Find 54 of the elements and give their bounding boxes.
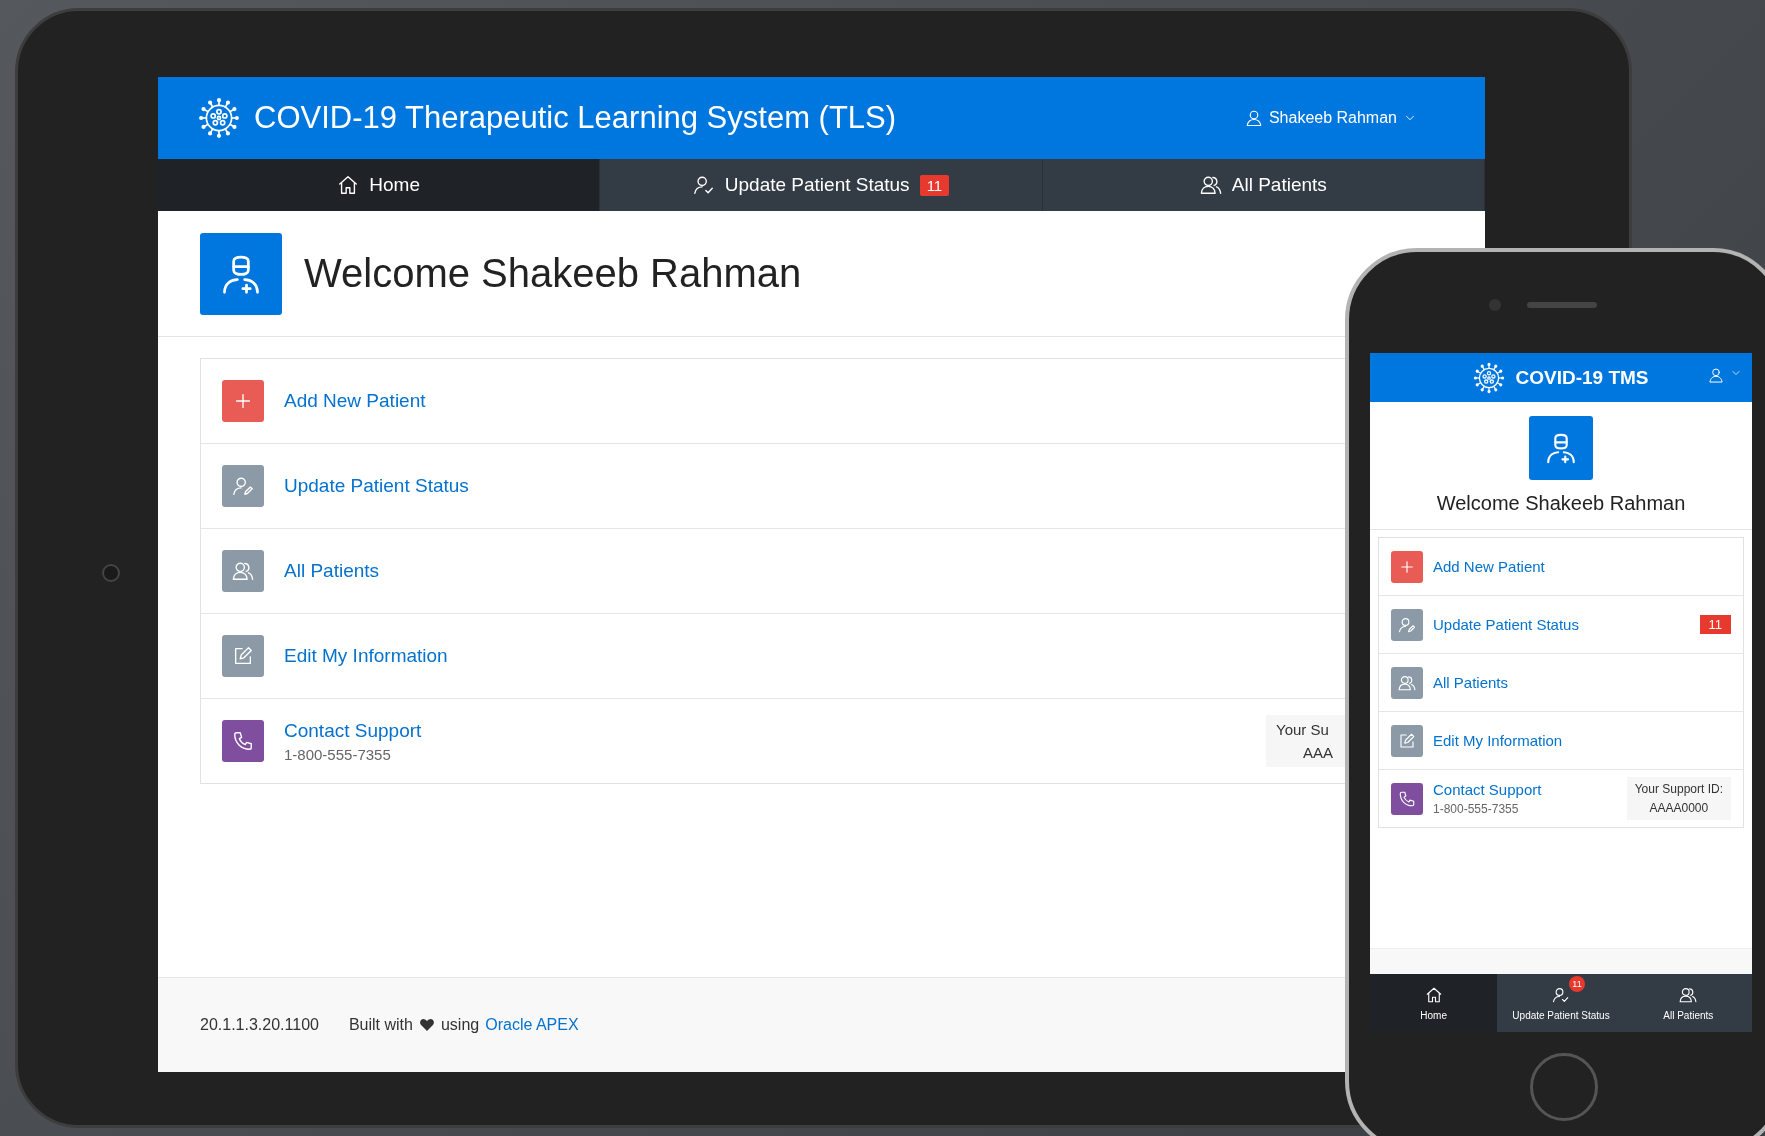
menu-link[interactable]: Update Patient Status: [1433, 616, 1579, 633]
user-icon: [1244, 109, 1263, 127]
heart-icon: [418, 1017, 435, 1033]
welcome-heading: Welcome Shakeeb Rahman: [1436, 492, 1686, 515]
built-with-text: Built with: [348, 1016, 413, 1034]
welcome-heading: Welcome Shakeeb Rahman: [304, 251, 802, 296]
user-menu[interactable]: Shakeeb Rahman: [1238, 108, 1423, 128]
app-title: COVID-19 Therapeutic Learning System (TLS): [254, 100, 898, 136]
virus-logo-icon: [198, 97, 240, 139]
phone-icon: [232, 730, 254, 752]
user-menu[interactable]: [1708, 367, 1742, 383]
phone-number: 1-800-555-7355: [1433, 802, 1519, 816]
user-pencil-icon: [232, 475, 254, 497]
support-id-label: Your Su: [1276, 721, 1330, 738]
using-text: using: [440, 1016, 480, 1034]
menu-link[interactable]: Contact Support: [284, 719, 422, 742]
virus-logo-icon: [1473, 361, 1506, 394]
support-id-value: AAA: [1303, 744, 1334, 761]
user-check-icon: [1552, 985, 1570, 1004]
edit-icon: [1398, 731, 1416, 750]
user-pencil-icon: [1398, 615, 1416, 634]
users-icon: [1398, 673, 1416, 692]
menu-link[interactable]: Edit My Information: [1433, 732, 1563, 749]
menu-link[interactable]: Add New Patient: [1433, 558, 1545, 575]
home-icon: [337, 174, 360, 196]
user-check-icon: [692, 174, 715, 196]
apex-link[interactable]: Oracle APEX: [485, 1016, 579, 1034]
menu-link[interactable]: All Patients: [1433, 674, 1509, 691]
users-icon: [1199, 174, 1222, 196]
menu-link[interactable]: Edit My Information: [284, 645, 448, 667]
support-id-label: Your Support ID:: [1634, 782, 1723, 796]
count-badge: 11: [919, 174, 950, 196]
menu-link[interactable]: Update Patient Status: [284, 475, 469, 497]
users-icon: [232, 560, 254, 582]
menu-link[interactable]: All Patients: [284, 560, 380, 582]
speaker-grille: [1527, 302, 1597, 308]
home-button[interactable]: [1530, 1053, 1598, 1121]
nav-tab[interactable]: Home: [158, 159, 601, 211]
users-icon: [1679, 985, 1698, 1004]
home-icon: [1424, 985, 1443, 1004]
version-text: 20.1.1.3.20.1100: [200, 1016, 319, 1034]
phone-number: 1-800-555-7355: [284, 745, 391, 763]
menu-link[interactable]: Add New Patient: [284, 390, 426, 412]
phone-icon: [1398, 789, 1416, 808]
count-badge: 11: [1569, 976, 1585, 992]
count-badge: 11: [1699, 615, 1731, 634]
edit-icon: [232, 645, 254, 667]
doctor-icon: [1544, 431, 1578, 465]
user-icon: [1708, 367, 1724, 383]
nav-tab[interactable]: Home: [1370, 974, 1498, 1032]
app-title: COVID-19 TMS: [1515, 366, 1649, 389]
support-id-value: AAAA0000: [1649, 801, 1709, 815]
camera-lens: [102, 564, 120, 582]
menu-link[interactable]: Contact Support: [1433, 781, 1542, 798]
